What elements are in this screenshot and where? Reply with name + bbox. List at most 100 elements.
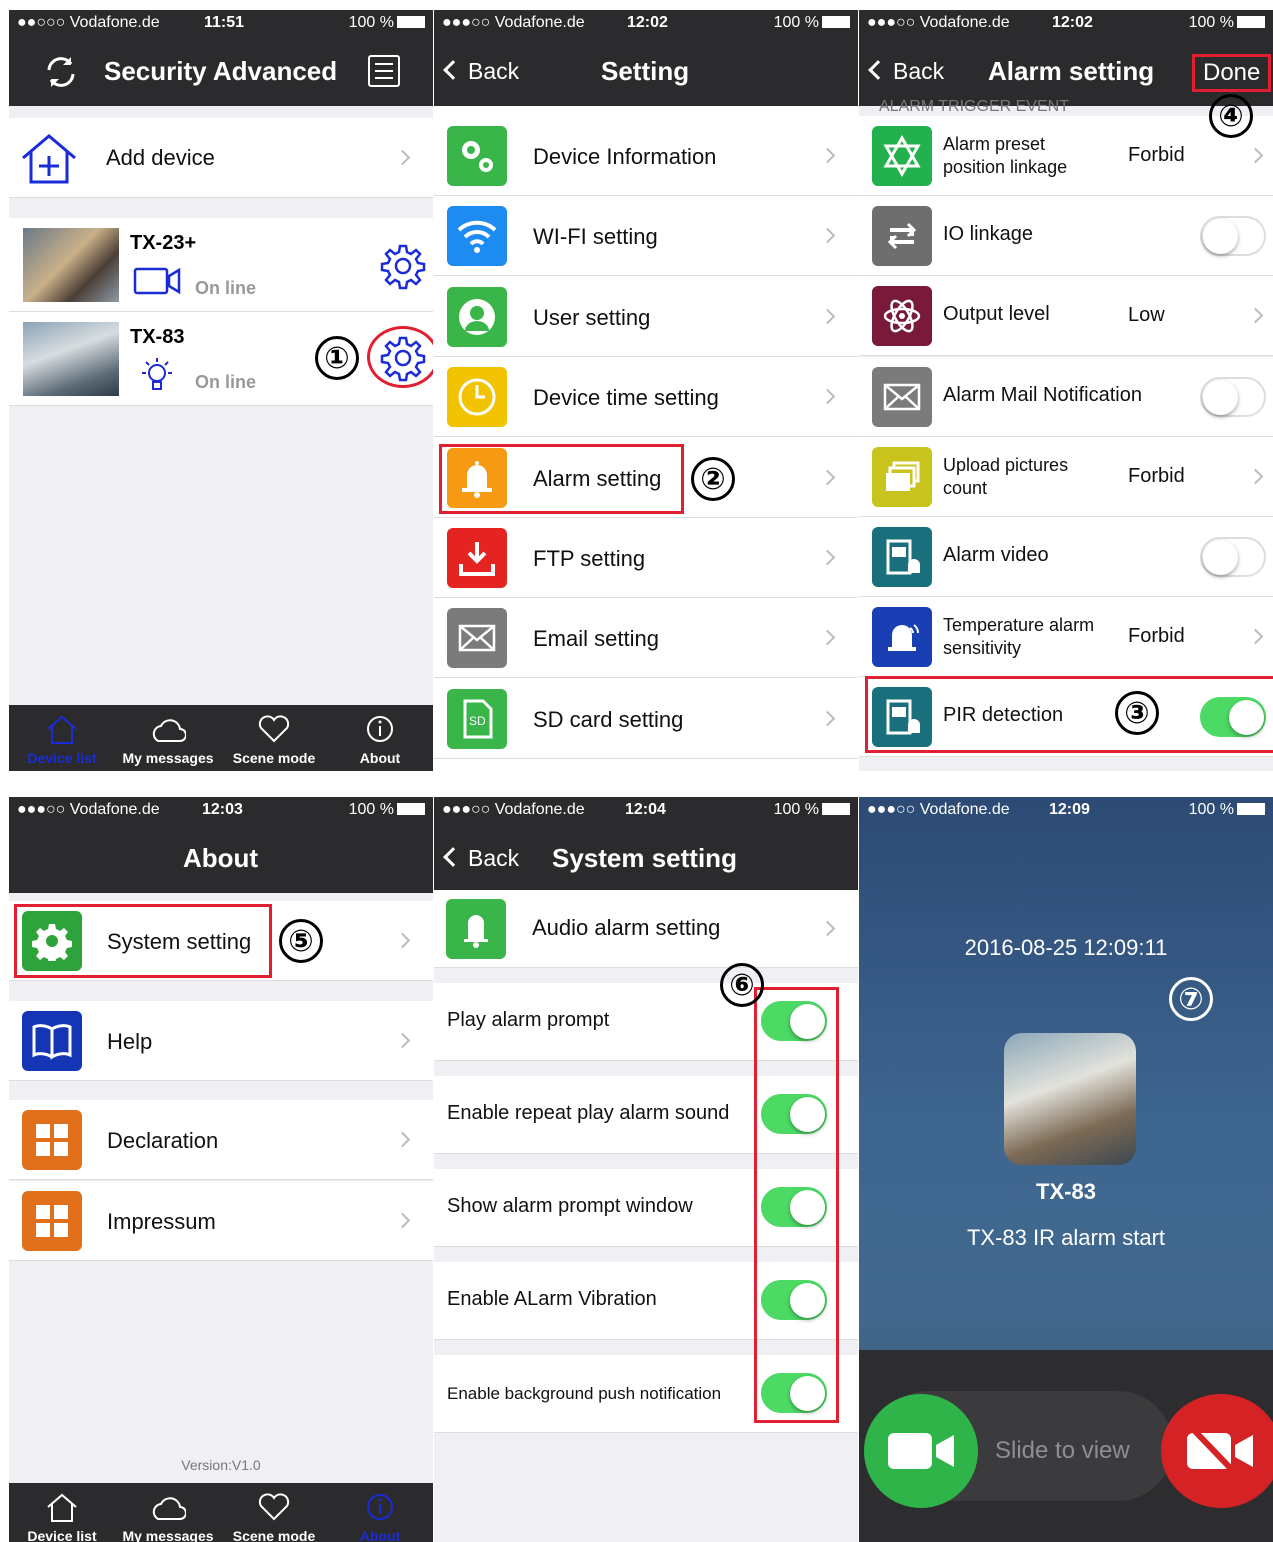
device-row[interactable]: TX-83 On line ① — [9, 312, 433, 406]
tab-my-messages[interactable]: My messages — [115, 1483, 221, 1542]
row-label: Enable ALarm Vibration — [447, 1288, 657, 1310]
svg-text:SD: SD — [469, 714, 486, 728]
chevron-left-icon — [443, 847, 463, 867]
settings-row[interactable]: SD SD card setting — [434, 678, 858, 759]
pictures-icon — [872, 446, 932, 507]
cloud-icon — [152, 1497, 186, 1520]
panel-setting: ●●●○○ Vodafone.de 12:02 100 % Back Setti… — [434, 10, 858, 771]
chevron-right-icon — [819, 469, 836, 485]
alarm-datetime: 2016-08-25 12:09:11 — [964, 935, 1168, 960]
cloud-icon — [152, 719, 186, 742]
status-bar: ●●○○○ Vodafone.de 11:51 100 % — [9, 10, 433, 36]
highlight-circle — [367, 326, 433, 388]
settings-row[interactable]: Device Information — [434, 116, 858, 196]
info-icon — [367, 716, 393, 742]
version-label: Version:V1.0 — [181, 1457, 261, 1473]
add-device-label: Add device — [106, 145, 215, 170]
add-device-row[interactable]: Add device — [9, 118, 433, 198]
camera-snapshot[interactable] — [1004, 1033, 1136, 1165]
device-name: TX-83 — [130, 326, 185, 348]
refresh-icon[interactable] — [43, 54, 79, 90]
nav-bar: About — [9, 823, 433, 893]
list-icon[interactable] — [367, 54, 401, 88]
back-button[interactable]: Back — [443, 58, 519, 85]
chevron-right-icon — [394, 1032, 411, 1049]
camera-thumbnail[interactable] — [23, 228, 119, 302]
about-row[interactable]: Impressum — [9, 1181, 433, 1261]
step-marker: ① — [315, 336, 359, 380]
step-marker: ⑤ — [279, 919, 323, 963]
settings-row[interactable]: WI-FI setting — [434, 196, 858, 277]
tab-about[interactable]: About — [327, 1483, 433, 1542]
settings-row[interactable]: User setting — [434, 276, 858, 357]
tab-about[interactable]: About — [327, 705, 433, 771]
step-marker: ② — [691, 457, 735, 501]
gear-icon[interactable] — [379, 242, 427, 290]
chevron-left-icon — [868, 60, 888, 80]
tab-scene-mode[interactable]: Scene mode — [221, 1483, 327, 1542]
decline-video-button[interactable] — [1161, 1394, 1273, 1508]
panel-device-list: ●●○○○ Vodafone.de 11:51 100 % Security A… — [9, 10, 433, 771]
chevron-right-icon — [819, 228, 836, 244]
toggle-switch[interactable] — [1200, 216, 1266, 257]
row-label: Declaration — [107, 1128, 219, 1153]
tab-my-messages[interactable]: My messages — [115, 705, 221, 771]
tab-device-list[interactable]: Device list — [9, 705, 115, 771]
page-title: Alarm setting — [988, 56, 1155, 86]
settings-row[interactable]: Device time setting — [434, 357, 858, 438]
about-row[interactable]: Help — [9, 1001, 433, 1081]
row-label: Alarm Mail Notification — [943, 383, 1142, 406]
highlight-box — [14, 904, 272, 978]
battery: 100 % — [349, 14, 425, 32]
status-bar: ●●●○○ Vodafone.de 12:04 100 % — [434, 797, 858, 823]
user-icon — [447, 286, 507, 347]
sd-card-icon: SD — [447, 688, 507, 749]
row-label: Device Information — [533, 144, 717, 169]
tab-scene-mode[interactable]: Scene mode — [221, 705, 327, 771]
row-label: Output level — [943, 303, 1050, 326]
tab-label: My messages — [122, 750, 214, 766]
grid-icon — [22, 1110, 82, 1170]
info-icon — [367, 1494, 393, 1520]
audio-alarm-row[interactable]: Audio alarm setting — [434, 890, 858, 968]
page-title: System setting — [552, 843, 737, 873]
alarm-setting-row[interactable]: Output level Low — [859, 276, 1273, 357]
alarm-message: TX-83 IR alarm start — [966, 1225, 1166, 1250]
settings-row[interactable]: FTP setting — [434, 518, 858, 598]
alarm-setting-row[interactable]: Alarm Mail Notification — [859, 356, 1273, 437]
clock: 11:51 — [204, 14, 245, 31]
camera-thumbnail[interactable] — [23, 322, 119, 396]
toggle-switch[interactable] — [1200, 376, 1266, 417]
chevron-right-icon — [819, 920, 836, 937]
heart-icon — [258, 715, 290, 743]
done-button[interactable]: Done — [1192, 54, 1272, 92]
chevron-right-icon — [819, 549, 836, 566]
page-title: Setting — [601, 56, 690, 86]
alarm-setting-row[interactable]: Upload pictures count Forbid — [859, 436, 1273, 517]
alarm-setting-row[interactable]: IO linkage — [859, 196, 1273, 277]
music-bell-icon — [446, 899, 506, 959]
add-home-icon — [22, 134, 76, 184]
alarm-setting-row[interactable]: Alarm preset position linkage Forbid — [859, 116, 1273, 196]
row-label: WI-FI setting — [533, 224, 658, 250]
row-label: FTP setting — [533, 546, 646, 571]
row-value: Forbid — [1128, 144, 1185, 166]
row-label: Show alarm prompt window — [447, 1195, 693, 1217]
video-camera-icon — [133, 267, 181, 295]
tab-device-list[interactable]: Device list — [9, 1483, 115, 1542]
back-button[interactable]: Back — [443, 845, 519, 872]
alarm-setting-row[interactable]: Alarm video — [859, 517, 1273, 597]
toggle-switch[interactable] — [1200, 537, 1266, 577]
settings-row[interactable]: Email setting — [434, 598, 858, 679]
chevron-right-icon — [394, 1212, 411, 1229]
ringing-bell-icon — [872, 607, 932, 668]
step-marker: ④ — [1209, 94, 1253, 138]
gears-icon — [447, 126, 507, 186]
chevron-right-icon — [394, 932, 411, 949]
device-row[interactable]: TX-23+ On line — [9, 218, 433, 312]
accept-video-button[interactable] — [864, 1394, 978, 1508]
back-button[interactable]: Back — [868, 58, 944, 85]
about-row[interactable]: Declaration — [9, 1100, 433, 1180]
alarm-setting-row[interactable]: Temperature alarm sensitivity Forbid — [859, 597, 1273, 678]
heart-icon — [258, 1493, 290, 1521]
